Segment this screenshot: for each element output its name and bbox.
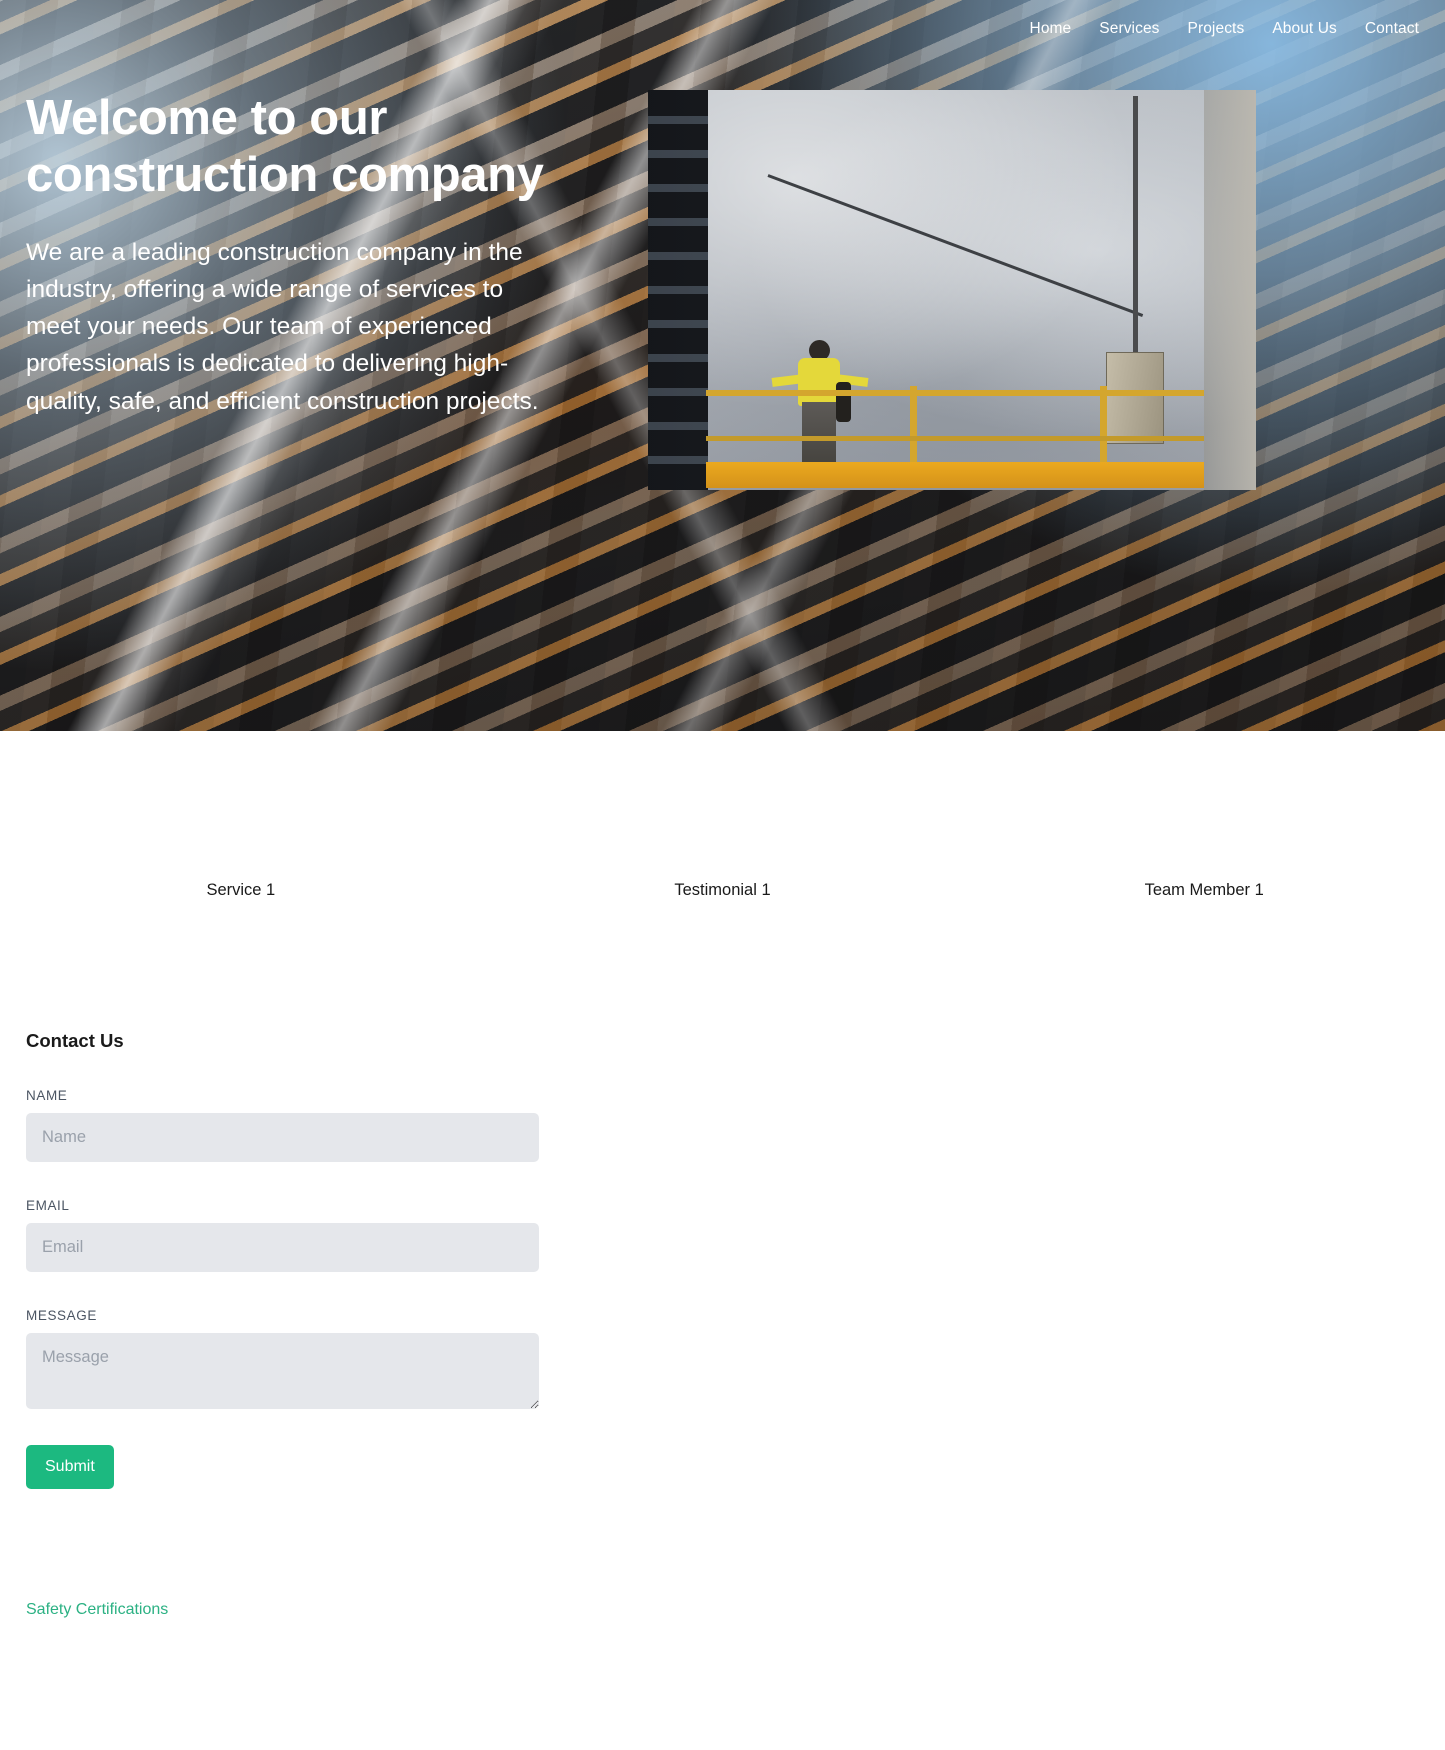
card-testimonial-label: Testimonial 1 [674,881,771,899]
field-message: MESSAGE [26,1308,1419,1409]
hero-description: We are a leading construction company in… [26,238,539,415]
highlights-section: Service 1 Testimonial 1 Team Member 1 [0,731,1445,900]
message-textarea[interactable] [26,1333,539,1409]
hero-image-counterweight [1106,352,1164,444]
card-team-member[interactable]: Team Member 1 [963,881,1445,900]
name-input[interactable] [26,1113,539,1162]
hero-image-worker-legs [802,402,836,464]
footer-link-safety-certifications[interactable]: Safety Certifications [26,1601,168,1618]
hero-image-platform-deck [706,462,1204,488]
contact-section: Contact Us NAME EMAIL MESSAGE Submit [0,900,1445,1489]
nav-link-services[interactable]: Services [1099,20,1159,38]
hero-image-platform-rail-mid [706,436,1204,441]
email-input[interactable] [26,1223,539,1272]
hero-image-platform-rail-top [706,390,1204,396]
hero-image-building-right [1204,90,1256,490]
contact-heading: Contact Us [26,1030,124,1051]
hero-title: Welcome to our construction company [26,91,544,202]
hero-image-vertical-cable [1133,96,1138,358]
card-team-member-label: Team Member 1 [1144,881,1264,899]
message-field-label: MESSAGE [26,1308,97,1323]
card-service-label: Service 1 [206,881,276,899]
hero-image-building-left [648,90,708,490]
nav-link-home[interactable]: Home [1030,20,1072,38]
hero-image-platform-post-a [910,386,917,466]
card-service[interactable]: Service 1 [0,881,482,900]
hero-image [648,90,1256,490]
email-field-label: EMAIL [26,1198,70,1213]
hero-copy: Welcome to our construction company We a… [26,0,560,420]
card-testimonial[interactable]: Testimonial 1 [482,881,964,900]
nav-link-projects[interactable]: Projects [1188,20,1245,38]
submit-button[interactable]: Submit [26,1445,114,1489]
hero-image-worker-body [798,358,840,406]
hero-content: Welcome to our construction company We a… [0,0,1445,490]
main-navigation: Home Services Projects About Us Contact [0,0,1445,58]
hero-image-worker-harness [836,382,851,422]
field-email: EMAIL [26,1198,1419,1272]
footer: Safety Certifications [0,1489,1445,1619]
field-name: NAME [26,1088,1419,1162]
name-field-label: NAME [26,1088,68,1103]
hero-image-sky [648,90,1256,490]
nav-link-about-us[interactable]: About Us [1272,20,1337,38]
nav-link-contact[interactable]: Contact [1365,20,1419,38]
hero-image-platform-post-b [1100,386,1107,466]
hero-section: Home Services Projects About Us Contact … [0,0,1445,731]
